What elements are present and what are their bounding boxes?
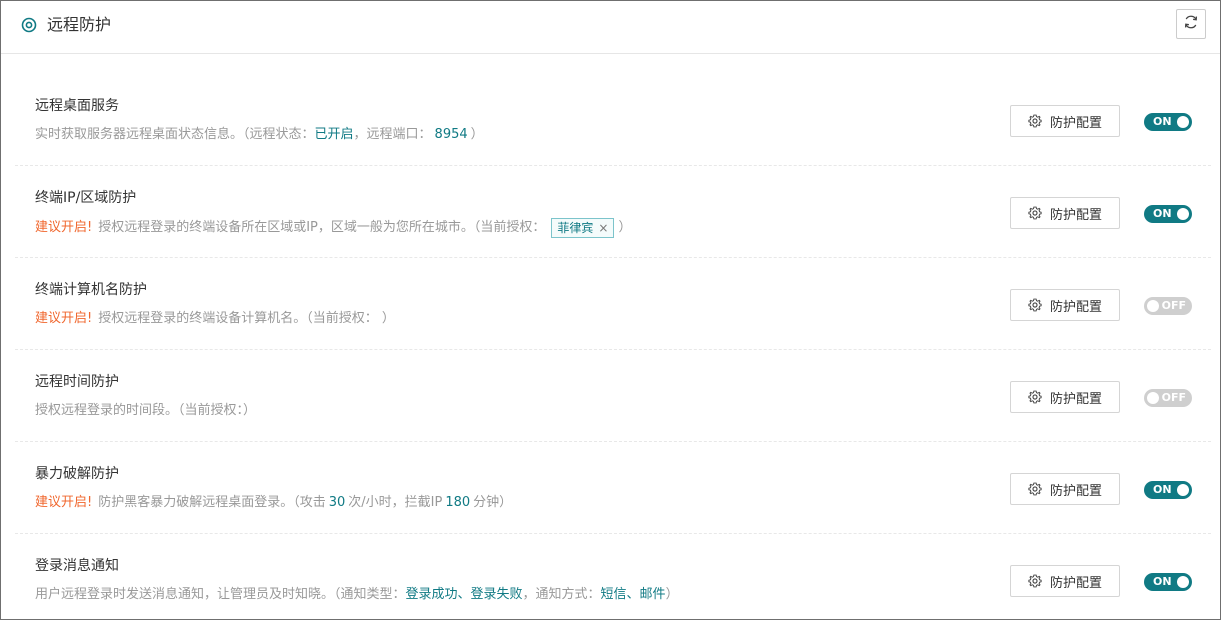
toggle-switch[interactable]: ON	[1144, 573, 1192, 591]
list-item-remote-time: 远程时间防护 授权远程登录的时间段。（当前授权：） 防护配置 OFF	[15, 350, 1211, 442]
list-item-brute-force: 暴力破解防护 建议开启! 防护黑客暴力破解远程桌面登录。（攻击 30 次/小时，…	[15, 442, 1211, 534]
toggle-label: ON	[1153, 207, 1172, 220]
recommend-warning: 建议开启!	[35, 311, 93, 326]
toggle-knob	[1177, 484, 1189, 496]
toggle-label: ON	[1153, 575, 1172, 588]
desc-text: 防护黑客暴力破解远程桌面登录。（攻击	[98, 495, 326, 510]
row-title: 暴力破解防护	[35, 466, 119, 482]
toggle-label: ON	[1153, 115, 1172, 128]
authorized-region-tag: 菲律宾 ×	[551, 218, 615, 238]
refresh-button[interactable]	[1176, 9, 1206, 39]
config-button-label: 防护配置	[1049, 483, 1102, 499]
desc-text: ，通知方式：	[522, 587, 601, 602]
desc-text: 授权远程登录的时间段。（当前授权：）	[35, 403, 257, 418]
protection-config-button[interactable]: 防护配置	[1010, 289, 1120, 321]
toggle-label: ON	[1153, 483, 1172, 496]
toggle-knob	[1147, 300, 1159, 312]
gear-icon	[1028, 482, 1042, 496]
notify-types-value: 登录成功、登录失败	[405, 587, 523, 602]
config-button-label: 防护配置	[1049, 391, 1102, 407]
list-item-terminal-hostname: 终端计算机名防护 建议开启! 授权远程登录的终端设备计算机名。（当前授权： ） …	[15, 258, 1211, 350]
panel-header: 远程防护	[1, 1, 1220, 54]
gear-icon	[1028, 574, 1042, 588]
desc-text: 用户远程登录时发送消息通知，让管理员及时知晓。（通知类型：	[35, 587, 406, 602]
recommend-warning: 建议开启!	[35, 220, 93, 235]
recommend-warning: 建议开启!	[35, 495, 93, 510]
row-title: 登录消息通知	[35, 558, 119, 574]
remote-protection-panel: 远程防护 远程桌面服务 实时获取服务器远程桌面状态信息。（远程状态： 已开启 ，…	[0, 0, 1221, 620]
protection-list: 远程桌面服务 实时获取服务器远程桌面状态信息。（远程状态： 已开启 ，远程端口：…	[15, 74, 1211, 626]
notify-methods-value: 短信、邮件	[600, 587, 666, 602]
gear-icon	[1028, 298, 1042, 312]
desc-text: 授权远程登录的终端设备所在区域或IP，区域一般为您所在城市。（当前授权：	[98, 220, 546, 235]
row-title: 终端计算机名防护	[35, 282, 147, 298]
desc-text: 授权远程登录的终端设备计算机名。（当前授权： ）	[98, 311, 395, 326]
desc-text: ，远程端口：	[353, 127, 432, 142]
desc-text: 分钟）	[473, 495, 513, 510]
row-title: 终端IP/区域防护	[35, 190, 137, 206]
protection-config-button[interactable]: 防护配置	[1010, 197, 1120, 229]
desc-text: 实时获取服务器远程桌面状态信息。（远程状态：	[35, 127, 315, 142]
toggle-switch[interactable]: ON	[1144, 205, 1192, 223]
desc-text: ）	[470, 127, 484, 142]
toggle-switch[interactable]: ON	[1144, 113, 1192, 131]
row-title: 远程时间防护	[35, 374, 119, 390]
toggle-knob	[1177, 116, 1189, 128]
target-circle-icon	[21, 17, 37, 33]
row-description: 建议开启! 防护黑客暴力破解远程桌面登录。（攻击 30 次/小时，拦截IP 18…	[35, 494, 512, 512]
row-description: 实时获取服务器远程桌面状态信息。（远程状态： 已开启 ，远程端口： 8954 ）	[35, 126, 484, 144]
config-button-label: 防护配置	[1049, 115, 1102, 131]
config-button-label: 防护配置	[1049, 575, 1102, 591]
protection-config-button[interactable]: 防护配置	[1010, 105, 1120, 137]
refresh-icon	[1183, 14, 1199, 34]
list-item-login-notification: 登录消息通知 用户远程登录时发送消息通知，让管理员及时知晓。（通知类型： 登录成…	[15, 534, 1211, 626]
gear-icon	[1028, 206, 1042, 220]
close-icon[interactable]: ×	[598, 219, 608, 237]
toggle-knob	[1177, 208, 1189, 220]
row-description: 建议开启! 授权远程登录的终端设备计算机名。（当前授权： ）	[35, 310, 395, 328]
desc-text: 次/小时，拦截IP	[348, 495, 443, 510]
desc-text: ）	[665, 587, 679, 602]
block-minutes-value: 180	[445, 495, 471, 510]
config-button-label: 防护配置	[1049, 299, 1102, 315]
toggle-switch[interactable]: ON	[1144, 481, 1192, 499]
page-title: 远程防护	[47, 15, 112, 34]
desc-text: ）	[618, 220, 632, 235]
gear-icon	[1028, 114, 1042, 128]
toggle-label: OFF	[1161, 391, 1186, 404]
list-item-terminal-ip-region: 终端IP/区域防护 建议开启! 授权远程登录的终端设备所在区域或IP，区域一般为…	[15, 166, 1211, 258]
row-title: 远程桌面服务	[35, 98, 119, 114]
tag-label: 菲律宾	[557, 221, 594, 235]
toggle-switch[interactable]: OFF	[1144, 297, 1192, 315]
row-description: 建议开启! 授权远程登录的终端设备所在区域或IP，区域一般为您所在城市。（当前授…	[35, 218, 632, 238]
protection-config-button[interactable]: 防护配置	[1010, 565, 1120, 597]
toggle-label: OFF	[1161, 299, 1186, 312]
row-description: 授权远程登录的时间段。（当前授权：）	[35, 402, 256, 420]
toggle-switch[interactable]: OFF	[1144, 389, 1192, 407]
remote-port-value: 8954	[434, 127, 468, 142]
protection-config-button[interactable]: 防护配置	[1010, 473, 1120, 505]
list-item-remote-desktop-service: 远程桌面服务 实时获取服务器远程桌面状态信息。（远程状态： 已开启 ，远程端口：…	[15, 74, 1211, 166]
config-button-label: 防护配置	[1049, 207, 1102, 223]
remote-status-value: 已开启	[314, 127, 354, 142]
toggle-knob	[1147, 392, 1159, 404]
row-description: 用户远程登录时发送消息通知，让管理员及时知晓。（通知类型： 登录成功、登录失败 …	[35, 586, 679, 604]
attack-count-value: 30	[328, 495, 346, 510]
protection-config-button[interactable]: 防护配置	[1010, 381, 1120, 413]
toggle-knob	[1177, 576, 1189, 588]
gear-icon	[1028, 390, 1042, 404]
